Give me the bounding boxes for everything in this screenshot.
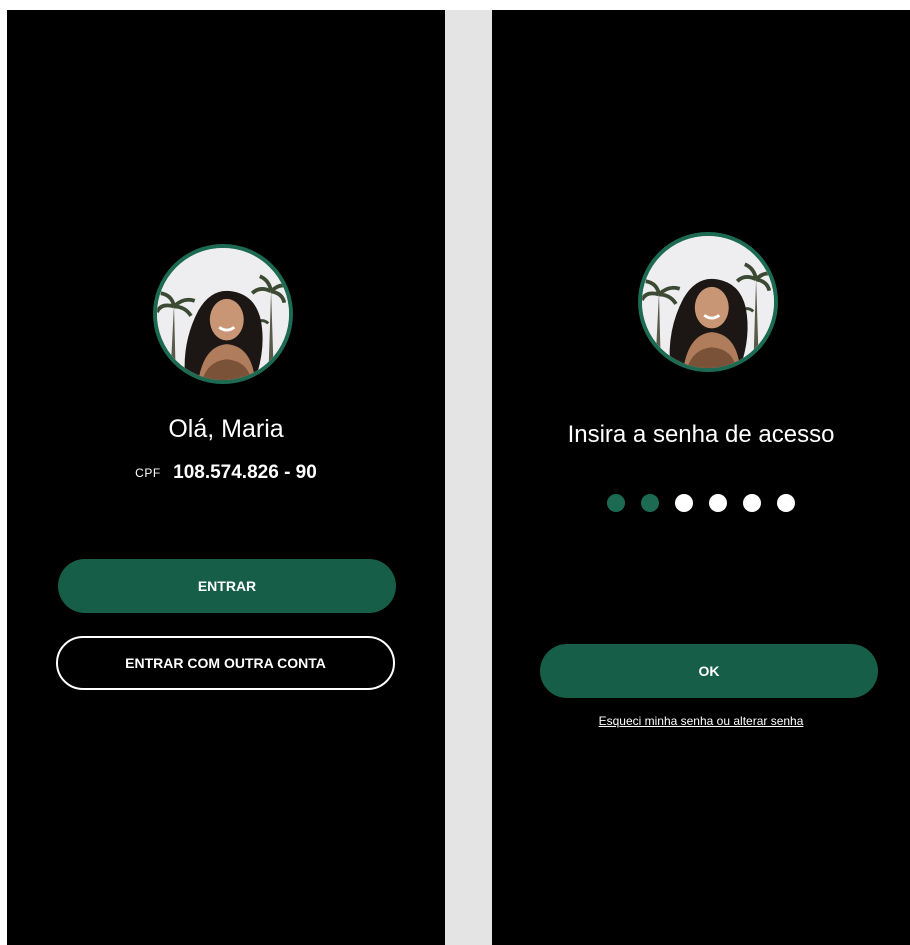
canvas: Olá, Maria CPF 108.574.826 - 90 ENTRAR E… — [0, 0, 910, 945]
pin-dot-empty — [675, 494, 693, 512]
pin-indicator — [492, 494, 910, 512]
login-screen: Olá, Maria CPF 108.574.826 - 90 ENTRAR E… — [7, 10, 445, 945]
enter-other-account-button[interactable]: ENTRAR COM OUTRA CONTA — [56, 636, 395, 690]
pin-dot-empty — [709, 494, 727, 512]
password-prompt: Insira a senha de acesso — [567, 421, 835, 448]
profile-photo-icon — [642, 236, 774, 368]
user-avatar — [153, 244, 293, 384]
password-screen: Insira a senha de acesso OK Esqueci minh… — [492, 10, 910, 945]
forgot-password-link[interactable]: Esqueci minha senha ou alterar senha — [492, 714, 910, 728]
pin-dot-filled — [607, 494, 625, 512]
pin-dot-empty — [743, 494, 761, 512]
enter-button[interactable]: ENTRAR — [58, 559, 396, 613]
profile-photo-icon — [157, 248, 289, 380]
cpf-row: CPF 108.574.826 - 90 — [7, 460, 445, 486]
greeting-title: Olá, Maria — [168, 415, 284, 443]
pin-dot-filled — [641, 494, 659, 512]
user-avatar — [638, 232, 778, 372]
cpf-value: 108.574.826 - 90 — [173, 462, 317, 483]
screen-divider — [445, 10, 492, 945]
ok-button[interactable]: OK — [540, 644, 878, 698]
pin-dot-empty — [777, 494, 795, 512]
cpf-label: CPF — [135, 466, 161, 480]
